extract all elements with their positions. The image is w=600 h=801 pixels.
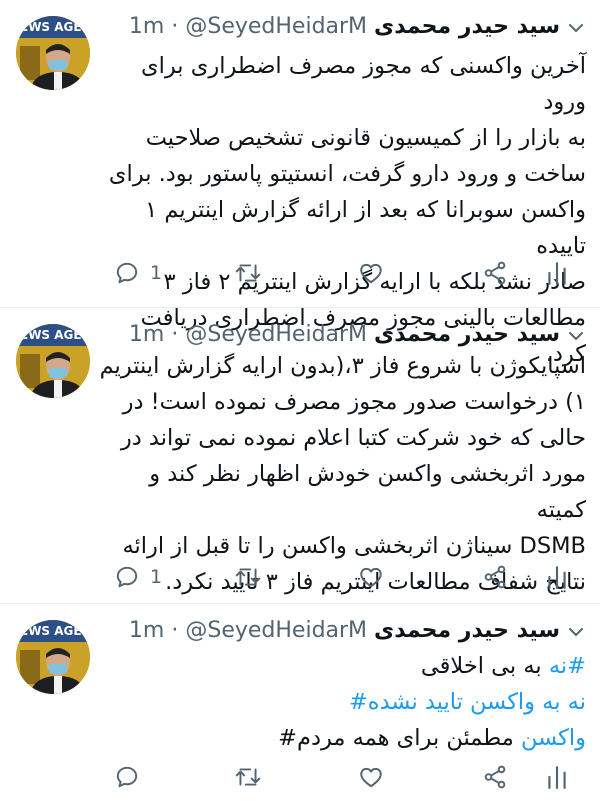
author-handle[interactable]: @SeyedHeidarM bbox=[185, 322, 367, 347]
avatar-image: EWS AGENC bbox=[16, 324, 90, 398]
avatar[interactable]: EWS AGENC bbox=[16, 620, 90, 694]
like-button[interactable] bbox=[358, 762, 384, 792]
author-name[interactable]: سید حیدر محمدی bbox=[374, 14, 560, 39]
retweet-icon bbox=[235, 568, 261, 586]
author-name[interactable]: سید حیدر محمدی bbox=[374, 618, 560, 643]
analytics-button[interactable] bbox=[546, 258, 568, 288]
share-button[interactable] bbox=[482, 562, 508, 592]
tweet-time[interactable]: 1m bbox=[129, 14, 164, 39]
avatar-image: EWS AGENC bbox=[16, 16, 90, 90]
share-button[interactable] bbox=[482, 258, 508, 288]
more-caret-icon[interactable] bbox=[566, 326, 586, 346]
retweet-icon bbox=[235, 264, 261, 282]
analytics-icon bbox=[548, 766, 566, 789]
svg-text:EWS AGENC: EWS AGENC bbox=[20, 328, 90, 342]
share-icon bbox=[484, 261, 506, 285]
tweet-actions bbox=[0, 762, 600, 792]
author-handle[interactable]: @SeyedHeidarM bbox=[185, 14, 367, 39]
like-icon bbox=[360, 767, 382, 788]
retweet-button[interactable] bbox=[234, 258, 262, 288]
tweet-line: نه به واکسن تایید نشده# bbox=[94, 684, 586, 720]
tweet[interactable]: EWS AGENC سید حیدر محمدی @SeyedHeidarM ·… bbox=[0, 0, 600, 367]
retweet-button[interactable] bbox=[234, 762, 262, 792]
analytics-button[interactable] bbox=[546, 762, 568, 792]
analytics-button[interactable] bbox=[546, 562, 568, 592]
like-icon bbox=[360, 263, 382, 284]
like-button[interactable] bbox=[358, 258, 384, 288]
tweet-actions: 1 bbox=[0, 562, 600, 592]
reply-button[interactable] bbox=[114, 762, 150, 792]
header-separator: · bbox=[171, 618, 179, 643]
reply-count: 1 bbox=[150, 262, 163, 284]
header-separator: · bbox=[171, 14, 179, 39]
avatar[interactable]: EWS AGENC bbox=[16, 16, 90, 90]
author-handle[interactable]: @SeyedHeidarM bbox=[185, 618, 367, 643]
tweet-actions: 1 bbox=[0, 258, 600, 288]
avatar-image: EWS AGENC bbox=[16, 620, 90, 694]
avatar[interactable]: EWS AGENC bbox=[16, 324, 90, 398]
analytics-icon bbox=[548, 262, 566, 285]
analytics-icon bbox=[548, 566, 566, 589]
reply-icon bbox=[116, 262, 138, 284]
retweet-icon bbox=[235, 768, 261, 786]
reply-button[interactable]: 1 bbox=[114, 258, 162, 288]
tweet-text-segment: مطمئن برای همه مردم# bbox=[278, 725, 521, 751]
like-icon bbox=[360, 567, 382, 588]
tweet-line: واکسن مطمئن برای همه مردم# bbox=[94, 720, 586, 756]
svg-text:EWS AGENC: EWS AGENC bbox=[20, 20, 90, 34]
more-caret-icon[interactable] bbox=[566, 622, 586, 642]
hashtag-link[interactable]: واکسن bbox=[521, 725, 586, 751]
tweet-time[interactable]: 1m bbox=[129, 322, 164, 347]
tweet-text: #نه به بی اخلاقی نه به واکسن تایید نشده#… bbox=[94, 648, 586, 756]
header-separator: · bbox=[171, 322, 179, 347]
share-button[interactable] bbox=[482, 762, 508, 792]
hashtag-link[interactable]: نه به واکسن تایید نشده# bbox=[349, 689, 586, 715]
share-icon bbox=[484, 765, 506, 789]
more-caret-icon[interactable] bbox=[566, 18, 586, 38]
author-name[interactable]: سید حیدر محمدی bbox=[374, 322, 560, 347]
svg-text:EWS AGENC: EWS AGENC bbox=[20, 624, 90, 638]
hashtag-link[interactable]: #نه bbox=[549, 653, 586, 679]
tweet-header: سید حیدر محمدی @SeyedHeidarM · 1m bbox=[100, 614, 560, 648]
tweet-header: سید حیدر محمدی @SeyedHeidarM · 1m bbox=[100, 318, 560, 352]
reply-icon bbox=[116, 566, 138, 588]
tweet-time[interactable]: 1m bbox=[129, 618, 164, 643]
tweet[interactable]: EWS AGENC سید حیدر محمدی @SeyedHeidarM ·… bbox=[0, 604, 600, 801]
reply-icon bbox=[116, 766, 138, 788]
like-button[interactable] bbox=[358, 562, 384, 592]
reply-count: 1 bbox=[150, 566, 163, 588]
tweet-text-segment: به بی اخلاقی bbox=[420, 653, 549, 679]
tweet-line: #نه به بی اخلاقی bbox=[94, 648, 586, 684]
tweet-header: سید حیدر محمدی @SeyedHeidarM · 1m bbox=[100, 10, 560, 44]
reply-button[interactable]: 1 bbox=[114, 562, 162, 592]
share-icon bbox=[484, 565, 506, 589]
tweet[interactable]: EWS AGENC سید حیدر محمدی @SeyedHeidarM ·… bbox=[0, 308, 600, 603]
retweet-button[interactable] bbox=[234, 562, 262, 592]
